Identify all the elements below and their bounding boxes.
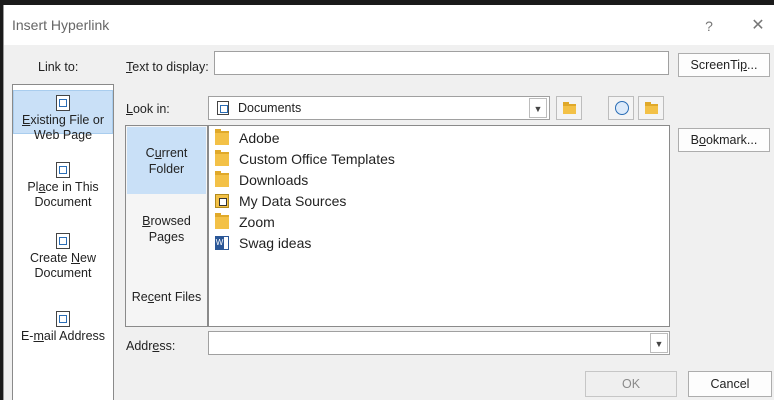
place-browsed-pages-label-2: Pages <box>148 230 185 244</box>
email-icon <box>56 311 70 327</box>
link-to-label: Link to: <box>38 60 79 74</box>
up-folder-icon <box>563 102 576 114</box>
folder-icon <box>215 171 229 187</box>
folder-icon <box>215 213 229 229</box>
address-combobox[interactable]: ▼ <box>208 331 670 355</box>
existing-file-icon <box>56 95 70 111</box>
address-input[interactable] <box>209 332 649 354</box>
link-to-panel: Existing File or Web Page Place in This … <box>12 84 114 400</box>
place-recent-files[interactable]: Recent Files <box>127 289 206 307</box>
link-existing-file-button[interactable]: Existing File or Web Page <box>13 90 113 142</box>
link-place-in-document-button[interactable]: Place in This Document <box>13 162 113 209</box>
link-existing-file-label-1: Existing File or <box>22 113 104 127</box>
file-name: Swag ideas <box>239 235 312 251</box>
file-name: Adobe <box>239 130 280 146</box>
insert-hyperlink-dialog: Insert Hyperlink ? ✕ Link to: Existing F… <box>3 5 774 400</box>
folder-icon <box>215 150 229 166</box>
link-create-new-label-2: Document <box>34 266 92 280</box>
link-place-label-1: Place in This <box>27 180 99 194</box>
screentip-button[interactable]: ScreenTip... <box>678 53 770 77</box>
cancel-button[interactable]: Cancel <box>688 371 772 397</box>
file-list[interactable]: Adobe Custom Office Templates Downloads … <box>208 125 670 327</box>
new-document-icon <box>56 233 70 249</box>
bookmark-button[interactable]: Bookmark... <box>678 128 770 152</box>
chevron-down-icon: ▼ <box>529 98 547 118</box>
folder-icon <box>215 129 229 145</box>
link-existing-file-label-2: Web Page <box>33 128 93 142</box>
place-current-folder-label-1: Current <box>145 146 188 160</box>
text-to-display-input[interactable] <box>214 51 669 75</box>
file-name: Zoom <box>239 214 275 230</box>
up-one-folder-button[interactable] <box>556 96 582 120</box>
place-browsed-pages[interactable]: Browsed Pages <box>127 213 206 247</box>
browse-file-button[interactable] <box>638 96 664 120</box>
place-in-document-icon <box>56 162 70 178</box>
places-panel: Current Folder Browsed Pages Recent File… <box>125 125 208 327</box>
look-in-value: Documents <box>238 101 302 115</box>
place-browsed-pages-label-1: Browsed <box>142 214 191 228</box>
place-recent-files-label: Recent Files <box>131 290 202 304</box>
place-current-folder[interactable]: Current Folder <box>127 127 206 194</box>
link-create-new-label-1: Create New <box>29 251 96 265</box>
documents-icon <box>217 101 229 115</box>
globe-icon <box>615 101 629 115</box>
data-sources-folder-icon <box>215 194 229 208</box>
ok-button[interactable]: OK <box>585 371 677 397</box>
file-name: My Data Sources <box>239 193 347 209</box>
browse-web-button[interactable] <box>608 96 634 120</box>
look-in-label: Look in: <box>126 102 170 116</box>
address-label: Address: <box>126 339 176 353</box>
address-dropdown-arrow[interactable]: ▼ <box>650 333 668 353</box>
word-document-icon <box>215 236 229 250</box>
link-create-new-document-button[interactable]: Create New Document <box>13 233 113 280</box>
open-folder-icon <box>645 102 658 114</box>
file-name: Downloads <box>239 172 309 188</box>
link-email-label: E-mail Address <box>20 329 106 343</box>
close-button[interactable]: ✕ <box>746 14 770 38</box>
chevron-down-icon: ▼ <box>654 339 664 349</box>
dialog-title: Insert Hyperlink <box>12 17 110 33</box>
look-in-dropdown[interactable]: Documents ▼ <box>208 96 550 120</box>
title-bar: Insert Hyperlink ? ✕ <box>4 5 774 45</box>
file-name: Custom Office Templates <box>239 151 395 167</box>
place-current-folder-label-2: Folder <box>148 162 185 176</box>
link-email-address-button[interactable]: E-mail Address <box>13 311 113 345</box>
help-button[interactable]: ? <box>697 15 721 37</box>
link-place-label-2: Document <box>34 195 92 209</box>
text-to-display-label: Text to display: <box>126 60 209 74</box>
